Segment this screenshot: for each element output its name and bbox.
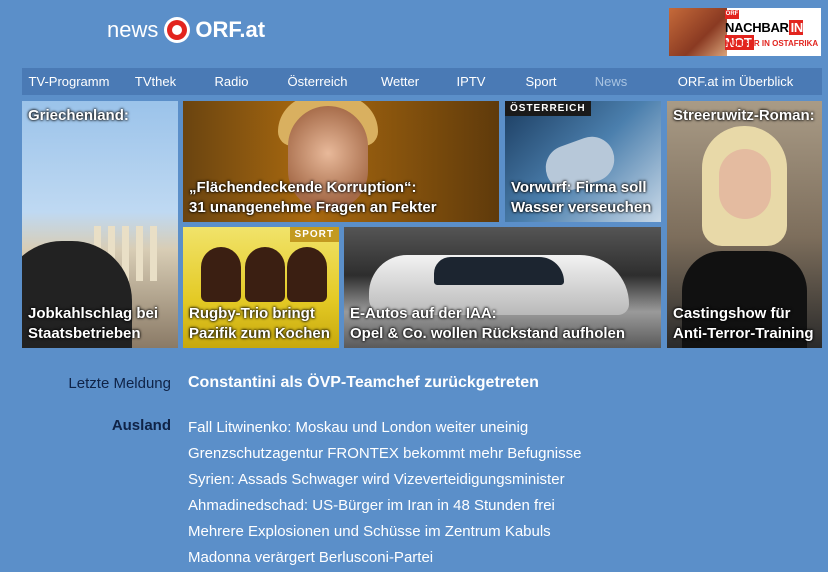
caption-line: Rugby-Trio bringt (189, 305, 315, 322)
ausland-label: Ausland (111, 417, 171, 434)
tile-caption: „Flächendeckende Korruption“: 31 unangen… (189, 178, 437, 218)
tile-eautos[interactable]: E-Autos auf der IAA: Opel & Co. wollen R… (344, 227, 661, 348)
category-tag: SPORT (289, 227, 339, 242)
news-link[interactable]: Fall Litwinenko: Moskau und London weite… (188, 415, 582, 441)
caption-line: E-Autos auf der IAA: (350, 305, 497, 322)
caption-line: Wasser verseuchen (511, 199, 652, 216)
orf-eye-icon (164, 17, 191, 43)
tile-caption: Rugby-Trio bringt Pazifik zum Kochen (189, 304, 330, 344)
tile-streeruwitz[interactable]: Streeruwitz-Roman: Castingshow für Anti-… (667, 101, 822, 348)
caption-line: Opel & Co. wollen Rückstand aufholen (350, 325, 626, 342)
nav-tv-programm[interactable]: TV-Programm (22, 68, 116, 95)
photo-player (201, 247, 241, 302)
logo-news-text: news (107, 17, 159, 42)
tile-rugby[interactable]: SPORT Rugby-Trio bringt Pazifik zum Koch… (183, 227, 339, 348)
caption-line: Vorwurf: Firma soll (511, 179, 647, 196)
photo-car-window (434, 257, 564, 285)
category-tag: ÖSTERREICH (505, 101, 591, 116)
caption-line: 31 unangenehme Fragen an Fekter (189, 199, 437, 216)
news-link[interactable]: Mehrere Explosionen und Schüsse im Zentr… (188, 519, 582, 545)
caption-line: Pazifik zum Kochen (189, 325, 330, 342)
latest-headline-link[interactable]: Constantini als ÖVP-Teamchef zurückgetre… (188, 374, 539, 392)
tile-caption: E-Autos auf der IAA: Opel & Co. wollen R… (350, 304, 625, 344)
main-nav: TV-Programm TVthek Radio Österreich Wett… (22, 68, 822, 95)
ad-photo (669, 8, 727, 56)
parthenon-column (150, 226, 157, 281)
tile-caption: Castingshow für Anti-Terror-Training (673, 304, 814, 344)
caption-line: Anti-Terror-Training (673, 325, 814, 342)
tile-caption: Jobkahlschlag bei Staatsbetrieben (28, 304, 158, 344)
ad-subtitle: HUNGER IN OSTAFRIKA (725, 39, 819, 48)
latest-label: Letzte Meldung (68, 375, 171, 392)
tile-wasser[interactable]: ÖSTERREICH Vorwurf: Firma soll Wasser ve… (505, 101, 661, 222)
tile-griechenland[interactable]: Griechenland: Jobkahlschlag bei Staatsbe… (22, 101, 178, 348)
photo-player (245, 247, 285, 302)
nav-iptv[interactable]: IPTV (433, 68, 509, 95)
news-link[interactable]: Syrien: Assads Schwager wird Vizeverteid… (188, 467, 582, 493)
site-logo[interactable]: news ORF.at (107, 14, 265, 46)
tile-top-caption: Griechenland: (28, 107, 129, 124)
ad-title-left: NACHBAR (725, 20, 789, 35)
news-link[interactable]: Ahmadinedschad: US-Bürger im Iran in 48 … (188, 493, 582, 519)
news-link[interactable]: Grenzschutzagentur FRONTEX bekommt mehr … (188, 441, 582, 467)
caption-line: Staatsbetrieben (28, 325, 141, 342)
nav-sport[interactable]: Sport (509, 68, 573, 95)
photo-player (287, 247, 327, 302)
nav-orf-ueberblick[interactable]: ORF.at im Überblick (649, 68, 822, 95)
logo-orf-text: ORF.at (195, 17, 266, 42)
caption-line: Castingshow für (673, 305, 791, 322)
news-link[interactable]: Madonna verärgert Berlusconi-Partei (188, 545, 582, 571)
parthenon-column (136, 226, 143, 281)
tile-fekter[interactable]: „Flächendeckende Korruption“: 31 unangen… (183, 101, 499, 222)
ad-banner-nachbar-in-not[interactable]: ORF NACHBAR IN NOT HUNGER IN OSTAFRIKA (669, 8, 821, 56)
nav-wetter[interactable]: Wetter (367, 68, 433, 95)
caption-line: Jobkahlschlag bei (28, 305, 159, 322)
ad-orf-tag: ORF (725, 10, 739, 19)
photo-face (719, 149, 771, 219)
tile-top-caption: Streeruwitz-Roman: (673, 107, 815, 124)
nav-radio[interactable]: Radio (195, 68, 268, 95)
nav-news[interactable]: News (573, 68, 649, 95)
nav-oesterreich[interactable]: Österreich (268, 68, 367, 95)
tile-caption: Vorwurf: Firma soll Wasser verseuchen (511, 178, 651, 218)
caption-line: „Flächendeckende Korruption“: (189, 179, 417, 196)
nav-tvthek[interactable]: TVthek (116, 68, 195, 95)
ausland-news-list: Fall Litwinenko: Moskau und London weite… (188, 415, 582, 571)
